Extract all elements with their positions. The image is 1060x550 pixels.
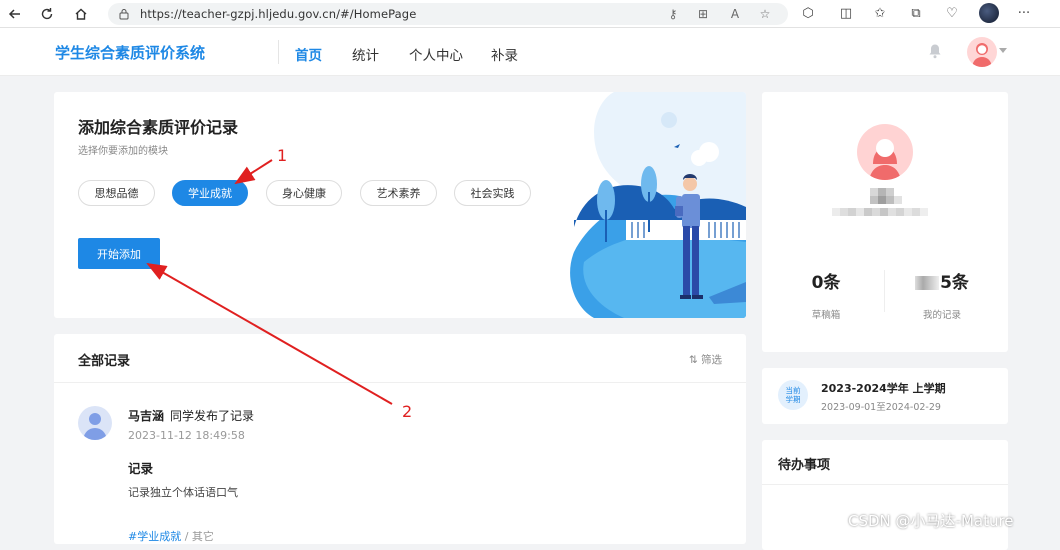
records-divider <box>54 382 746 383</box>
profile-card: 0条 草稿箱 5条 我的记录 <box>762 92 1008 352</box>
todo-card: 待办事项 <box>762 440 1008 550</box>
drafts-count: 0条 <box>811 273 841 293</box>
address-bar[interactable]: https://teacher-gzpj.hljedu.gov.cn/#/Hom… <box>108 3 788 25</box>
my-records-label: 我的记录 <box>922 310 961 321</box>
header-divider <box>278 40 279 64</box>
nav-statistics[interactable]: 统计 <box>352 44 379 64</box>
annotation-label-1: 1 <box>277 146 288 165</box>
collections-icon[interactable]: ⧉ <box>908 6 924 22</box>
read-aloud-icon[interactable]: A <box>728 7 742 21</box>
todo-title: 待办事项 <box>778 458 831 473</box>
current-term-badge: 当前 学期 <box>778 380 808 410</box>
record-author: 马吉涵 同学发布了记录 <box>128 407 254 424</box>
back-icon[interactable] <box>0 0 30 28</box>
records-card: 全部记录 ⇅ 筛选 马吉涵 同学发布了记录 2023-11-12 18:49:58… <box>54 334 746 544</box>
add-record-title: 添加综合素质评价记录 <box>78 118 239 137</box>
filter-button[interactable]: ⇅ 筛选 <box>689 352 722 367</box>
term-title: 2023-2024学年 上学期 <box>821 382 946 395</box>
key-icon[interactable]: ⚷ <box>666 7 680 21</box>
drafts-stat[interactable]: 0条 草稿箱 <box>776 268 876 321</box>
extensions-icon[interactable]: ⬡ <box>800 6 816 22</box>
nav-home[interactable]: 首页 <box>295 44 322 64</box>
student-avatar <box>78 406 112 440</box>
term-card: 当前 学期 2023-2024学年 上学期 2023-09-01至2024-02… <box>762 368 1008 424</box>
split-screen-icon[interactable]: ◫ <box>838 6 854 22</box>
module-chip-academic[interactable]: 学业成就 <box>172 180 248 206</box>
lock-icon <box>118 8 130 20</box>
record-content: 记录独立个体话语口气 <box>128 486 238 499</box>
stat-divider <box>884 270 885 312</box>
nav-personal-center[interactable]: 个人中心 <box>409 44 463 64</box>
home-icon[interactable] <box>66 0 96 28</box>
blurred-user-name <box>832 188 938 224</box>
badge-line-2: 学期 <box>785 395 801 404</box>
record-tags: #学业成就 / 其它 <box>128 528 214 544</box>
favorite-star-icon[interactable]: ☆ <box>758 7 772 21</box>
user-avatar[interactable] <box>967 37 997 67</box>
term-range: 2023-09-01至2024-02-29 <box>821 402 941 413</box>
my-records-count-row: 5条 <box>892 268 992 293</box>
module-chip-art[interactable]: 艺术素养 <box>360 180 437 206</box>
start-add-button[interactable]: 开始添加 <box>78 238 160 269</box>
add-record-card: 添加综合素质评价记录 选择你要添加的模块 思想品德 学业成就 身心健康 艺术素养… <box>54 92 746 318</box>
more-menu-icon[interactable]: ··· <box>1016 6 1032 22</box>
module-chip-moral[interactable]: 思想品德 <box>78 180 155 206</box>
my-records-stat[interactable]: 5条 我的记录 <box>892 268 992 321</box>
record-subject: 记录 <box>128 461 154 476</box>
record-tag-other[interactable]: 其它 <box>192 530 214 543</box>
profile-avatar <box>857 124 913 180</box>
browser-toolbar: https://teacher-gzpj.hljedu.gov.cn/#/Hom… <box>0 0 1060 28</box>
app-title[interactable]: 学生综合素质评价系统 <box>55 42 205 63</box>
record-time: 2023-11-12 18:49:58 <box>128 429 245 442</box>
records-title: 全部记录 <box>78 354 131 369</box>
module-chip-health[interactable]: 身心健康 <box>266 180 342 206</box>
csdn-watermark: CSDN @小马达-Mature <box>848 512 1014 530</box>
badge-line-1: 当前 <box>785 386 801 395</box>
nav-supplement[interactable]: 补录 <box>491 44 518 64</box>
bell-icon[interactable] <box>928 43 942 59</box>
module-chip-social[interactable]: 社会实践 <box>454 180 531 206</box>
app-header: 学生综合素质评价系统 首页 统计 个人中心 补录 <box>0 28 1060 76</box>
add-record-subtitle: 选择你要添加的模块 <box>78 146 168 157</box>
refresh-icon[interactable] <box>32 0 62 28</box>
favorites-icon[interactable]: ✩ <box>872 6 888 22</box>
annotation-label-2: 2 <box>402 402 413 421</box>
drafts-label: 草稿箱 <box>811 310 841 321</box>
chevron-down-icon[interactable] <box>999 48 1007 53</box>
todo-divider <box>762 484 1008 485</box>
browser-profile-avatar[interactable] <box>979 3 999 23</box>
url-text: https://teacher-gzpj.hljedu.gov.cn/#/Hom… <box>140 7 417 21</box>
student-name[interactable]: 马吉涵 <box>128 409 164 423</box>
student-illustration <box>554 92 746 318</box>
record-action: 同学发布了记录 <box>170 409 255 423</box>
my-records-count: 5条 <box>940 273 969 293</box>
record-tag-academic[interactable]: #学业成就 <box>128 530 181 543</box>
blurred-number <box>915 276 940 290</box>
browser-essentials-icon[interactable]: ♡ <box>944 6 960 22</box>
apps-icon[interactable]: ⊞ <box>696 7 710 21</box>
tag-separator: / <box>181 530 192 543</box>
